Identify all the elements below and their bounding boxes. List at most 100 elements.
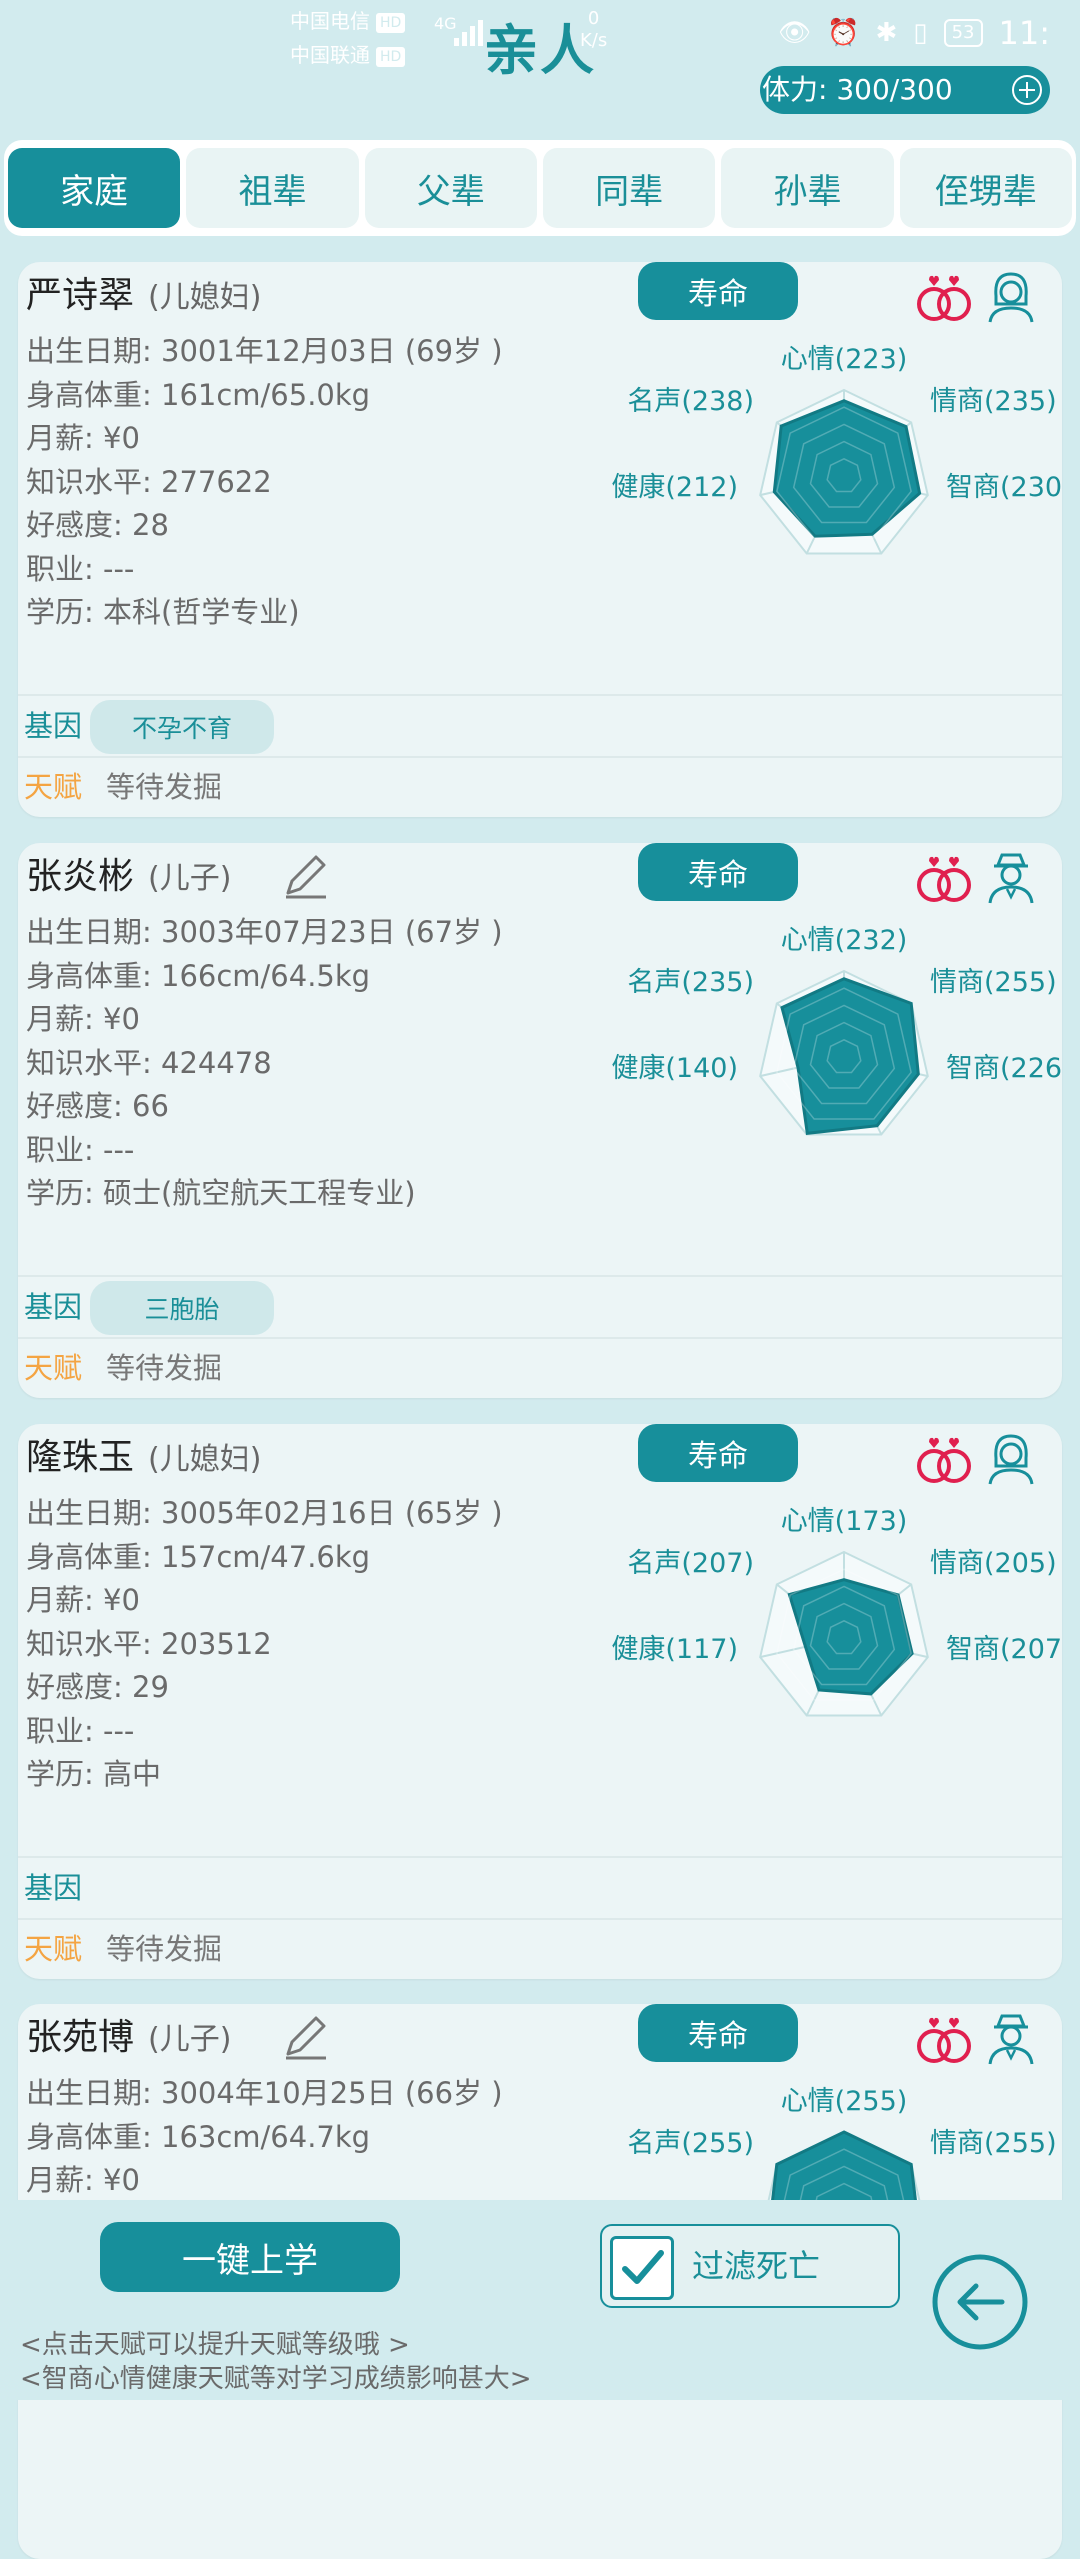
radar-label-iq: 智商(226)	[946, 1053, 1062, 1084]
relative-info: 出生日期: 3001年12月03日 (69岁 ) 身高体重: 161cm/65.0…	[26, 330, 503, 635]
affection-level: 好感度: 66	[26, 1089, 169, 1123]
radar-label-mood: 心情(223)	[781, 344, 908, 375]
gene-label: 基因	[24, 709, 83, 743]
height-weight: 身高体重: 166cm/64.5kg	[26, 958, 371, 993]
height-weight: 身高体重: 163cm/64.7kg	[26, 2119, 371, 2154]
education: 学历: 高中	[26, 1757, 161, 1791]
radar-label-health: 健康(117)	[611, 1634, 738, 1665]
radar-label-iq: 智商(230)	[946, 472, 1062, 503]
filter-dead-checkbox[interactable]: 过滤死亡	[600, 2224, 900, 2308]
monthly-salary: 月薪: ¥0	[26, 421, 140, 455]
tab-parents[interactable]: 父辈	[364, 148, 537, 228]
checkmark-icon	[622, 2250, 664, 2284]
radar-label-iq: 智商(207)	[946, 1634, 1062, 1665]
tip-study: <智商心情健康天赋等对学习成绩影响甚大>	[20, 2364, 532, 2394]
radar-label-eq: 情商(255)	[930, 2128, 1057, 2159]
talent-row[interactable]: 天赋 等待发掘	[18, 1918, 1062, 1979]
gene-tag[interactable]: 不孕不育	[90, 700, 274, 754]
tab-siblings[interactable]: 同辈	[542, 148, 716, 228]
relative-name: 张炎彬 (儿子)	[26, 847, 231, 909]
gene-label: 基因	[24, 1871, 83, 1905]
radar-label-eq: 情商(255)	[930, 967, 1057, 998]
stats-radar-chart: 心情(223)情商(235)智商(230)颜值(192)良心(198)健康(21…	[611, 344, 1062, 555]
birth-date: 出生日期: 3001年12月03日 (69岁 )	[26, 334, 503, 368]
height-weight: 身高体重: 157cm/47.6kg	[26, 1539, 371, 1574]
filter-label: 过滤死亡	[692, 2247, 821, 2285]
relative-info: 出生日期: 3005年02月16日 (65岁 ) 身高体重: 157cm/47.6…	[26, 1492, 503, 1797]
occupation: 职业: ---	[26, 551, 135, 586]
stats-radar-chart: 心情(232)情商(255)智商(226)颜值(226)良心(251)健康(14…	[611, 925, 1062, 1136]
radar-label-fame: 名声(235)	[627, 967, 754, 998]
affection-level: 好感度: 28	[26, 508, 169, 542]
relation-text: (儿媳妇)	[148, 1442, 262, 1477]
relation-tabs: 家庭 祖辈 父辈 同辈 孙辈 侄甥辈	[4, 140, 1076, 236]
tab-nephews[interactable]: 侄甥辈	[899, 148, 1072, 228]
gene-row: 基因	[18, 1856, 1062, 1918]
radar-label-fame: 名声(255)	[627, 2128, 754, 2159]
name-text: 隆珠玉	[26, 1437, 135, 1478]
talent-value[interactable]: 等待发掘	[106, 1339, 222, 1397]
radar-label-mood: 心情(232)	[781, 925, 908, 956]
stats-radar-chart: 心情(173)情商(205)智商(207)颜值(184)良心(171)健康(11…	[611, 1506, 1062, 1717]
relation-text: (儿子)	[148, 861, 232, 896]
gene-row: 基因 不孕不育	[18, 694, 1062, 756]
one-click-study-button[interactable]: 一键上学	[100, 2222, 400, 2292]
radar-label-fame: 名声(238)	[627, 386, 754, 417]
radar-label-mood: 心情(173)	[781, 1506, 908, 1537]
tab-family[interactable]: 家庭	[8, 148, 181, 228]
relative-info: 出生日期: 3004年10月25日 (66岁 ) 身高体重: 163cm/64.7…	[26, 2072, 503, 2203]
birth-date: 出生日期: 3004年10月25日 (66岁 )	[26, 2076, 503, 2110]
checkbox[interactable]	[610, 2236, 674, 2300]
name-text: 张苑博	[26, 2017, 135, 2058]
radar-label-health: 健康(140)	[611, 1053, 738, 1084]
name-text: 张炎彬	[26, 856, 135, 897]
relative-card[interactable]: 隆珠玉 (儿媳妇) 寿命 出生日期: 3005年02月16日 (65岁 ) 身高体重: …	[18, 1424, 1062, 1979]
affection-level: 好感度: 29	[26, 1670, 169, 1704]
relative-name: 张苑博 (儿子)	[26, 2008, 231, 2070]
talent-row[interactable]: 天赋 等待发掘	[18, 756, 1062, 817]
education: 学历: 本科(哲学专业)	[26, 595, 300, 629]
edit-pencil-icon[interactable]	[280, 2010, 332, 2062]
monthly-salary: 月薪: ¥0	[26, 1002, 140, 1036]
talent-label: 天赋	[24, 770, 83, 804]
radar-label-eq: 情商(235)	[930, 386, 1057, 417]
talent-label: 天赋	[24, 1932, 83, 1966]
name-text: 严诗翠	[26, 275, 135, 316]
birth-date: 出生日期: 3003年07月23日 (67岁 )	[26, 915, 503, 949]
energy-display: 体力: 300/300	[760, 66, 1050, 114]
tab-grandchildren[interactable]: 孙辈	[721, 148, 894, 228]
energy-value: 体力: 300/300	[762, 73, 953, 106]
gene-row: 基因 三胞胎	[18, 1275, 1062, 1337]
occupation: 职业: ---	[26, 1132, 135, 1167]
relative-card[interactable]: 严诗翠 (儿媳妇) 寿命 出生日期: 3001年12月03日 (69岁 ) 身高体重: …	[18, 262, 1062, 817]
knowledge-level: 知识水平: 277622	[26, 464, 272, 499]
talent-row[interactable]: 天赋 等待发掘	[18, 1337, 1062, 1398]
relative-info: 出生日期: 3003年07月23日 (67岁 ) 身高体重: 166cm/64.5…	[26, 911, 503, 1216]
relation-text: (儿媳妇)	[148, 280, 262, 315]
edit-pencil-icon[interactable]	[280, 849, 332, 901]
knowledge-level: 知识水平: 203512	[26, 1626, 272, 1661]
radar-label-eq: 情商(205)	[930, 1548, 1057, 1579]
radar-label-mood: 心情(255)	[781, 2086, 908, 2117]
talent-value[interactable]: 等待发掘	[106, 1920, 222, 1978]
relative-card[interactable]: 张炎彬 (儿子) 寿命 出生日期: 3003年07月23日 (67岁 ) 身高体重: 1…	[18, 843, 1062, 1398]
monthly-salary: 月薪: ¥0	[26, 2163, 140, 2197]
knowledge-level: 知识水平: 424478	[26, 1045, 272, 1080]
birth-date: 出生日期: 3005年02月16日 (65岁 )	[26, 1496, 503, 1530]
height-weight: 身高体重: 161cm/65.0kg	[26, 377, 371, 412]
relation-text: (儿子)	[148, 2022, 232, 2057]
talent-value[interactable]: 等待发掘	[106, 758, 222, 816]
relative-name: 严诗翠 (儿媳妇)	[26, 266, 261, 328]
monthly-salary: 月薪: ¥0	[26, 1583, 140, 1617]
radar-label-health: 健康(212)	[611, 472, 738, 503]
gene-tag[interactable]: 三胞胎	[90, 1281, 274, 1335]
relative-name: 隆珠玉 (儿媳妇)	[26, 1428, 261, 1490]
add-energy-icon[interactable]	[1012, 75, 1042, 105]
tips: <点击天赋可以提升天赋等级哦 > <智商心情健康天赋等对学习成绩影响甚大>	[20, 2328, 532, 2396]
education: 学历: 硕士(航空航天工程专业)	[26, 1176, 416, 1210]
back-arrow-icon[interactable]	[930, 2252, 1030, 2352]
occupation: 职业: ---	[26, 1713, 135, 1748]
tip-talent: <点击天赋可以提升天赋等级哦 >	[20, 2330, 410, 2360]
tab-grandparents[interactable]: 祖辈	[186, 148, 359, 228]
radar-label-fame: 名声(207)	[627, 1548, 754, 1579]
